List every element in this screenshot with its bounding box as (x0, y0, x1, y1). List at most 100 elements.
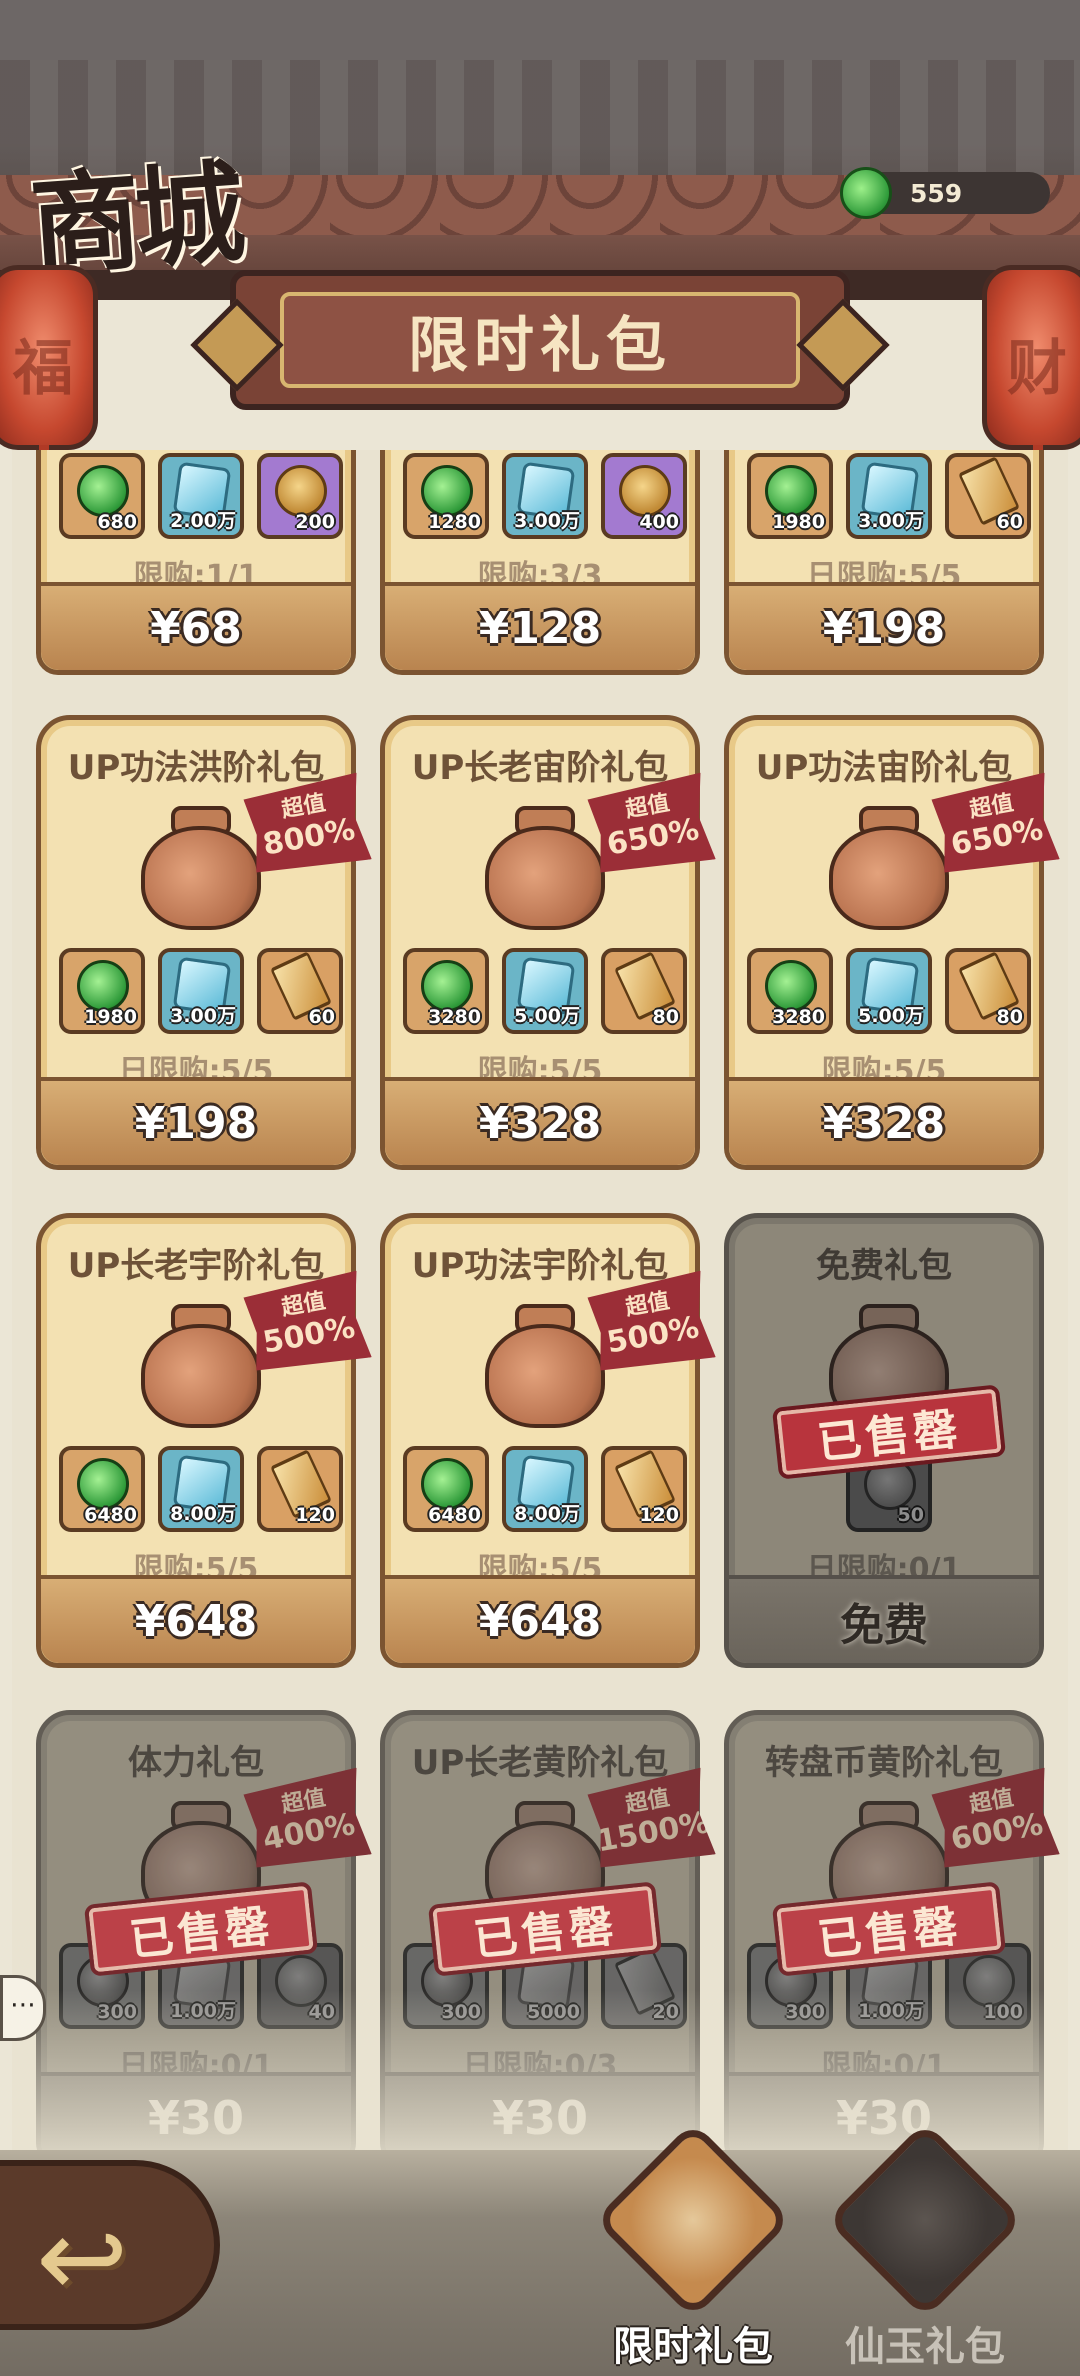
price-button[interactable]: ¥30 (385, 2072, 695, 2150)
reward-item: 120 (257, 1446, 343, 1532)
price-label: ¥328 (822, 1097, 946, 1149)
tab-limited-gift[interactable]: 限时礼包 (594, 2121, 792, 2372)
gift-pack-card[interactable]: UP长老宇阶礼包 超值 500% 6480 8.00万 120 限购:5/5 ¥6… (36, 1213, 356, 1668)
reward-items: 1280 3.00万 400 (403, 453, 687, 539)
gift-pack-name: UP功法宇阶礼包 (411, 1246, 669, 1286)
gift-pack-name: 转盘币黄阶礼包 (765, 1743, 1003, 1783)
price-label: ¥30 (491, 2091, 589, 2145)
reward-item: 2.00万 (158, 453, 244, 539)
reward-qty: 1.00万 (170, 2000, 236, 2022)
price-label: ¥648 (134, 1595, 258, 1647)
section-banner: 限时礼包 (230, 270, 850, 410)
gift-pack-card[interactable]: 转盘币黄阶礼包 超值 600% 300 1.00万 100 已售罄 限购:0/1 … (724, 1710, 1044, 2150)
reward-qty: 40 (308, 2001, 335, 2023)
reward-items: 3280 5.00万 80 (747, 948, 1031, 1034)
price-label: ¥128 (478, 602, 602, 654)
price-button[interactable]: ¥30 (41, 2072, 351, 2150)
currency-value: 559 (910, 178, 963, 208)
currency-display[interactable]: 559 (840, 167, 1050, 219)
treasure-bag-icon (477, 1304, 613, 1434)
reward-qty: 20 (652, 2001, 679, 2023)
lantern-glyph: 福 (13, 334, 73, 404)
reward-qty: 300 (97, 2001, 137, 2023)
reward-qty: 1280 (428, 511, 481, 533)
price-label: 免费 (840, 1600, 928, 1651)
reward-item: 6480 (59, 1446, 145, 1532)
spirit-stone-icon (765, 465, 817, 517)
price-label: ¥30 (147, 2091, 245, 2145)
reward-item: 1980 (59, 948, 145, 1034)
reward-item: 3.00万 (158, 948, 244, 1034)
reward-qty: 120 (295, 1504, 335, 1526)
price-button[interactable]: ¥648 (41, 1575, 351, 1663)
gift-pack-grid[interactable]: 680 2.00万 200 限购:1/1 ¥68 1280 3.00万 400 … (12, 450, 1068, 2150)
spirit-stone-icon (421, 960, 473, 1012)
gift-pack-card[interactable]: UP功法宙阶礼包 超值 650% 3280 5.00万 80 限购:5/5 ¥32… (724, 715, 1044, 1170)
gift-pack-card[interactable]: 1280 3.00万 400 限购:3/3 ¥128 (380, 450, 700, 675)
reward-items: 6480 8.00万 120 (403, 1446, 687, 1532)
reward-item: 3.00万 (502, 453, 588, 539)
reward-items: 3280 5.00万 80 (403, 948, 687, 1034)
gift-pack-card[interactable]: UP长老黄阶礼包 超值 1500% 300 5000 20 已售罄 日限购:0/3… (380, 1710, 700, 2150)
gift-pack-card[interactable]: UP功法宇阶礼包 超值 500% 6480 8.00万 120 限购:5/5 ¥6… (380, 1213, 700, 1668)
reward-qty: 3280 (772, 1006, 825, 1028)
gift-pack-name: UP功法洪阶礼包 (67, 748, 325, 788)
gift-pack-card[interactable]: UP长老宙阶礼包 超值 650% 3280 5.00万 80 限购:5/5 ¥32… (380, 715, 700, 1170)
price-button[interactable]: ¥648 (385, 1575, 695, 1663)
reward-item: 1980 (747, 453, 833, 539)
reward-items: 680 2.00万 200 (59, 453, 343, 539)
spirit-stone-icon (421, 465, 473, 517)
reward-item: 400 (601, 453, 687, 539)
reward-item: 60 (257, 948, 343, 1034)
gift-pack-card[interactable]: UP功法洪阶礼包 超值 800% 1980 3.00万 60 日限购:5/5 ¥1… (36, 715, 356, 1170)
gift-pack-card[interactable]: 1980 3.00万 60 日限购:5/5 ¥198 (724, 450, 1044, 675)
reward-qty: 400 (639, 511, 679, 533)
reward-qty: 3.00万 (170, 1005, 236, 1027)
gift-pack-card[interactable]: 体力礼包 超值 400% 300 1.00万 40 已售罄 日限购:0/1 ¥30 (36, 1710, 356, 2150)
reward-qty: 60 (308, 1006, 335, 1028)
reward-qty: 3.00万 (514, 510, 580, 532)
price-button[interactable]: ¥328 (385, 1077, 695, 1165)
price-button[interactable]: ¥68 (41, 582, 351, 670)
back-button[interactable]: ↩ (0, 2160, 220, 2330)
tab-jade-gift[interactable]: 仙玉礼包 (826, 2121, 1024, 2372)
reward-qty: 100 (983, 2001, 1023, 2023)
price-label: ¥68 (150, 602, 242, 654)
reward-item: 200 (257, 453, 343, 539)
reward-qty: 80 (996, 1006, 1023, 1028)
reward-qty: 8.00万 (170, 1503, 236, 1525)
price-label: ¥198 (822, 602, 946, 654)
reward-qty: 60 (996, 511, 1023, 533)
spirit-stone-icon (77, 1458, 129, 1510)
section-banner-label: 限时礼包 (408, 310, 672, 381)
lantern-left: 福 (0, 265, 98, 515)
lantern-glyph: 财 (1007, 334, 1067, 404)
reward-qty: 8.00万 (514, 1503, 580, 1525)
treasure-bag-icon (821, 806, 957, 936)
pouch-icon (275, 1955, 327, 2007)
jade-bag-icon (826, 2121, 1024, 2319)
price-label: ¥648 (478, 1595, 602, 1647)
gift-pack-card[interactable]: 680 2.00万 200 限购:1/1 ¥68 (36, 450, 356, 675)
price-button[interactable]: ¥128 (385, 582, 695, 670)
reward-qty: 5000 (527, 2001, 580, 2023)
price-button[interactable]: ¥328 (729, 1077, 1039, 1165)
price-button[interactable]: ¥30 (729, 2072, 1039, 2150)
reward-item: 8.00万 (158, 1446, 244, 1532)
reward-qty: 300 (785, 2001, 825, 2023)
price-button[interactable]: ¥198 (41, 1077, 351, 1165)
reward-qty: 5.00万 (858, 1005, 924, 1027)
spirit-stone-icon (421, 1458, 473, 1510)
reward-qty: 680 (97, 511, 137, 533)
price-button[interactable]: ¥198 (729, 582, 1039, 670)
gold-coin-icon (275, 465, 327, 517)
reward-qty: 5.00万 (514, 1005, 580, 1027)
free-gift-pack-card[interactable]: 免费礼包 50 已售罄 日限购:0/1 免费 (724, 1213, 1044, 1668)
price-button[interactable]: 免费 (729, 1575, 1039, 1663)
reward-item: 3280 (747, 948, 833, 1034)
gift-pack-name: 免费礼包 (816, 1246, 952, 1286)
spirit-stone-icon (77, 465, 129, 517)
spin-coin-icon (963, 1955, 1015, 2007)
treasure-bag-icon (477, 806, 613, 936)
price-label: ¥198 (134, 1097, 258, 1149)
